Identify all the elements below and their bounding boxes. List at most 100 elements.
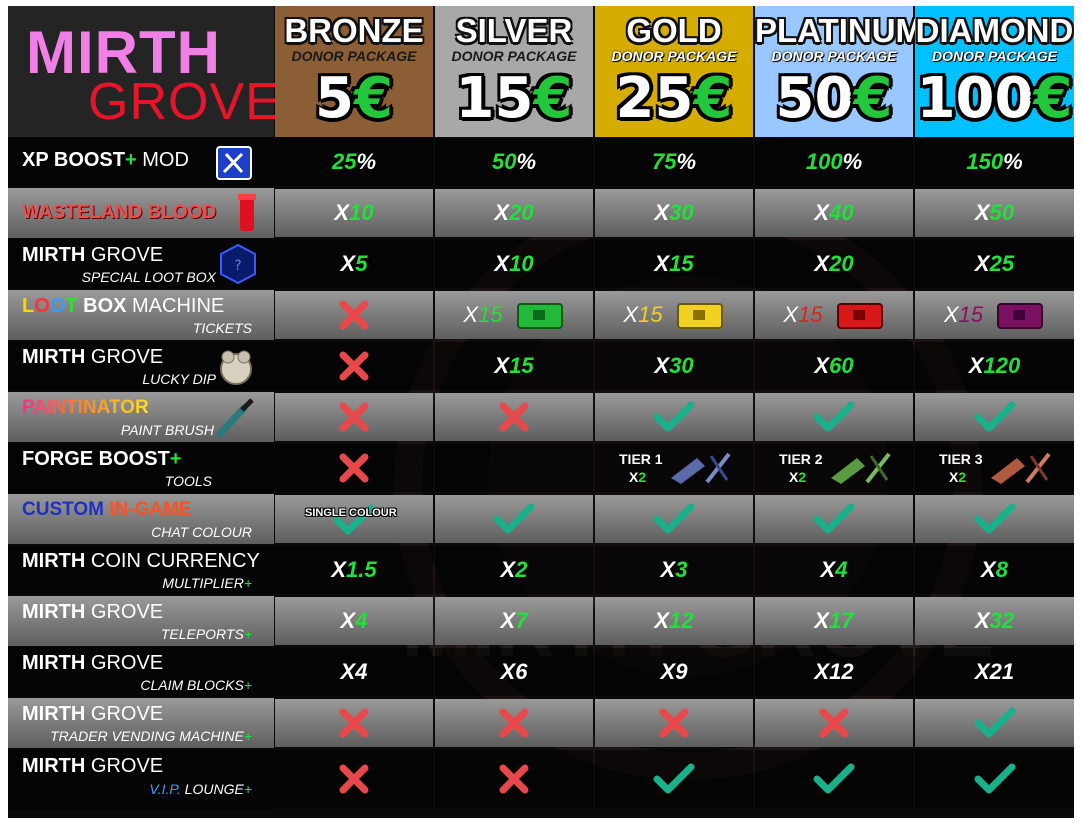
cell-blood-platinum: X 40: [755, 189, 913, 237]
cross-icon: [339, 300, 369, 330]
sub-label: MULTIPLIER+: [162, 575, 252, 591]
row-xp-boost: XP BOOST+ MOD 25% 50% 75% 100% 150%: [8, 137, 1074, 187]
logo-line2: GROVE: [88, 73, 281, 131]
row-paintinator: PAINTINATOR PAINT BRUSH: [8, 392, 1074, 442]
label-text: IN-GAME: [103, 499, 192, 520]
cell-machine-silver: X 15: [435, 291, 593, 339]
row-claim-blocks: MIRTH GROVE CLAIM BLOCKS+ X4 X6 X9 X 12 X…: [8, 647, 1074, 697]
tier-subtitle: DONOR PACKAGE: [451, 48, 577, 64]
donor-package-table: MIRTH GROVE MIRTH GROVE BRONZE DONOR PAC…: [8, 6, 1074, 818]
cell-blood-diamond: X 50: [915, 189, 1074, 237]
tier-header-bronze: BRONZE DONOR PACKAGE 5€: [275, 6, 433, 137]
cell-chat-bronze: SINGLE COLOUR: [275, 495, 433, 543]
row-label: MIRTH GROVE TRADER VENDING MACHINE+: [8, 698, 274, 748]
sub-label: CLAIM BLOCKS+: [140, 677, 252, 693]
cell-vend-platinum: [755, 699, 913, 747]
cell-forge-bronze: [275, 444, 433, 492]
cell-forge-platinum: TIER 2 X2: [755, 444, 913, 492]
label-text: CUSTOM: [22, 499, 104, 520]
check-icon: [974, 401, 1015, 432]
green-ticket-crate-icon: [516, 303, 563, 329]
loot-box-icon: ?: [220, 243, 256, 285]
tier-price: 5€: [315, 66, 393, 131]
cell-tele-diamond: X 32: [915, 597, 1074, 645]
cell-lootbox-silver: X 10: [435, 240, 593, 288]
cell-chat-diamond: [915, 495, 1074, 543]
label-text: MIRTH: [22, 550, 86, 572]
cross-icon: [819, 708, 849, 738]
sub-label: PAINT BRUSH: [120, 422, 214, 438]
paint-brush-icon: [216, 398, 254, 438]
cross-icon: [339, 708, 369, 738]
tier-price: 25€: [615, 66, 733, 131]
cell-xp-platinum: 100%: [755, 138, 913, 186]
cell-xp-gold: 75%: [595, 138, 753, 186]
check-icon: [813, 503, 855, 534]
cell-coin-silver: X2: [435, 546, 593, 594]
check-icon: [813, 401, 855, 432]
cell-xp-bronze: 25%: [275, 138, 433, 186]
cross-icon: [499, 402, 529, 432]
label-text: PAINTINATOR: [22, 397, 149, 418]
cell-lootbox-diamond: X 25: [915, 240, 1074, 288]
tier-header-diamond: DIAMOND DONOR PACKAGE 100€: [915, 6, 1074, 137]
tier-subtitle: DONOR PACKAGE: [291, 48, 417, 64]
row-label: FORGE BOOST+ TOOLS: [8, 443, 274, 493]
tier-price: 100€: [916, 66, 1073, 131]
cell-paint-diamond: [915, 393, 1074, 441]
cell-vend-bronze: [275, 699, 433, 747]
check-icon: [813, 763, 855, 794]
label-text: O: [34, 295, 50, 317]
tier-header-silver: SILVER DONOR PACKAGE 15€: [435, 6, 593, 137]
tier-label: TIER 3: [939, 451, 983, 467]
row-custom-chat-colour: CUSTOM IN-GAME CHAT COLOUR SINGLE COLOUR: [8, 494, 1074, 544]
row-coin-currency: MIRTH COIN CURRENCY MULTIPLIER+ X 1.5 X2 …: [8, 545, 1074, 595]
cell-blood-silver: X 20: [435, 189, 593, 237]
label-text: WASTELAND BLOOD: [22, 202, 217, 223]
tier-price: 50€: [775, 66, 893, 131]
lucky-dip-icon: [220, 350, 252, 385]
cell-paint-silver: [435, 393, 593, 441]
check-icon: [653, 763, 695, 794]
row-forge-boost: FORGE BOOST+ TOOLS TIER 1 X2 TIER 2 X2 TIE…: [8, 443, 1074, 493]
check-icon: [974, 707, 1015, 738]
sub-label: SPECIAL LOOT BOX: [81, 269, 216, 285]
cross-icon: [339, 402, 369, 432]
label-text: BOX: [77, 295, 127, 317]
cross-icon: [499, 764, 529, 794]
cell-claim-platinum: X 12: [755, 648, 913, 696]
single-colour-label: SINGLE COLOUR: [305, 507, 397, 519]
cell-blood-gold: X 30: [595, 189, 753, 237]
purple-ticket-crate-icon: [997, 303, 1044, 329]
tier-subtitle: DONOR PACKAGE: [932, 48, 1057, 64]
label-text: MIRTH: [22, 244, 86, 266]
tier-name: DIAMOND: [915, 12, 1074, 49]
row-loot-box-machine: LOOT BOX MACHINE TICKETS X 15 X 15 X 15 X 15: [8, 290, 1074, 340]
label-text: MIRTH: [22, 346, 86, 368]
label-text: L: [22, 295, 35, 317]
wrench-screwdriver-icon: [216, 146, 252, 180]
cell-vip-platinum: [755, 750, 913, 808]
cell-coin-gold: X3: [595, 546, 753, 594]
cell-coin-bronze: X 1.5: [275, 546, 433, 594]
cell-lootbox-gold: X 15: [595, 240, 753, 288]
tier-header-platinum: PLATINUM DONOR PACKAGE 50€: [755, 6, 923, 137]
label-text: FORGE BOOST: [22, 448, 170, 470]
row-label: WASTELAND BLOOD: [8, 188, 274, 238]
row-vip-lounge: MIRTH GROVE V.I.P. LOUNGE+: [8, 749, 1074, 809]
tier-subtitle: DONOR PACKAGE: [611, 48, 737, 64]
row-label: XP BOOST+ MOD: [8, 137, 274, 187]
cell-paint-platinum: [755, 393, 913, 441]
row-teleports: MIRTH GROVE TELEPORTS+ X4 X7 X 12 X 17 X 32: [8, 596, 1074, 646]
tier-name: SILVER: [455, 12, 573, 49]
sub-label: TOOLS: [164, 473, 212, 489]
row-label: MIRTH GROVE SPECIAL LOOT BOX ?: [8, 239, 274, 289]
cell-chat-silver: [435, 495, 593, 543]
label-text: COIN CURRENCY: [85, 550, 260, 572]
cell-xp-diamond: 150%: [915, 138, 1074, 186]
tier2-tools-icon: [830, 452, 891, 484]
cell-claim-bronze: X4: [275, 648, 433, 696]
cell-claim-diamond: X 21: [915, 648, 1074, 696]
row-label: MIRTH GROVE TELEPORTS+: [8, 596, 274, 646]
tier-name: GOLD: [626, 12, 722, 49]
